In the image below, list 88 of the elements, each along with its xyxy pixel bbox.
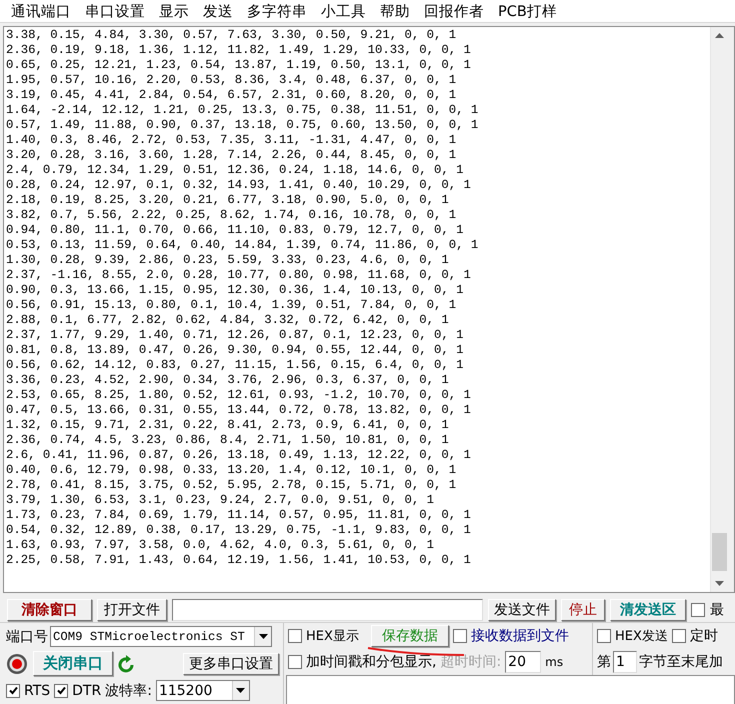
caret-icon[interactable] — [258, 634, 268, 639]
data-line: 2.78, 0.41, 8.15, 3.75, 0.52, 5.95, 2.78, 0.15, 5.71, 0, 0, 1 — [6, 478, 458, 493]
open-file-button[interactable]: 打开文件 — [97, 598, 167, 620]
timeout-label: 超时时间: — [440, 653, 502, 671]
data-line: 2.88, 0.1, 6.77, 2.82, 0.62, 4.84, 3.32, 0.72, 6.42, 0, 0, 1 — [6, 313, 450, 328]
menu-item[interactable]: 发送 — [196, 2, 240, 20]
checkbox-label: 定时 — [690, 627, 718, 645]
baud-rate-dropdown[interactable]: 115200 — [156, 680, 250, 701]
refresh-icon[interactable] — [118, 654, 136, 674]
data-line: 3.19, 0.45, 4.41, 2.84, 0.54, 6.57, 2.31, 0.60, 8.20, 0, 0, 1 — [6, 88, 458, 103]
byte-suffix-label: 字节至末尾加 — [639, 653, 723, 671]
checkbox-label: DTR — [72, 682, 102, 698]
data-line: 0.47, 0.5, 13.66, 0.31, 0.55, 13.44, 0.72, 0.78, 13.82, 0, 0, 1 — [6, 403, 472, 418]
data-line: 0.94, 0.80, 11.1, 0.70, 0.66, 11.10, 0.83, 0.79, 12.7, 0, 0, 1 — [6, 223, 465, 238]
more-settings-button[interactable]: 更多串口设置 — [183, 652, 279, 674]
checkbox[interactable] — [452, 629, 467, 643]
send-text-area[interactable] — [286, 675, 735, 704]
data-line: 2.6, 0.41, 11.96, 0.87, 0.26, 13.18, 0.49, 1.13, 12.22, 0, 0, 1 — [6, 448, 472, 463]
data-line: 2.37, -1.16, 8.55, 2.0, 0.28, 10.77, 0.80, 0.98, 11.68, 0, 0, 1 — [6, 268, 472, 283]
close-port-button[interactable]: 关闭串口 — [33, 651, 113, 676]
checkbox[interactable] — [597, 629, 611, 643]
data-line: 0.81, 0.8, 13.89, 0.47, 0.26, 9.30, 0.94, 0.55, 12.44, 0, 0, 1 — [6, 343, 465, 358]
data-line: 2.4, 0.79, 12.34, 1.29, 0.51, 12.36, 0.24, 1.18, 14.6, 0, 0, 1 — [6, 163, 465, 178]
checkbox-label: 最 — [710, 600, 724, 618]
data-line: 1.95, 0.57, 10.16, 2.20, 0.53, 8.36, 3.4, 0.48, 6.37, 0, 0, 1 — [6, 73, 458, 88]
file-path-field[interactable] — [172, 598, 483, 620]
scrollbar[interactable] — [710, 27, 728, 592]
data-line: 0.56, 0.62, 14.12, 0.83, 0.27, 11.15, 1.56, 0.15, 6.4, 0, 0, 1 — [6, 358, 465, 373]
data-line: 3.79, 1.30, 6.53, 3.1, 0.23, 9.24, 2.7, 0.0, 9.51, 0, 0, 1 — [6, 493, 436, 508]
send-file-button[interactable]: 发送文件 — [488, 598, 556, 620]
data-line: 2.37, 1.77, 9.29, 1.40, 0.71, 12.26, 0.87, 0.1, 12.23, 0, 0, 1 — [6, 328, 465, 343]
data-line: 2.25, 0.58, 7.91, 1.43, 0.64, 12.19, 1.56, 1.41, 10.53, 0, 0, 1 — [6, 553, 472, 568]
save-data-button[interactable]: 保存数据 — [370, 625, 449, 647]
unit-label: ms — [545, 655, 564, 669]
checkbox-label: HEX发送 — [615, 628, 668, 645]
clear-window-button[interactable]: 清除窗口 — [7, 598, 92, 620]
clear-send-button[interactable]: 清发送区 — [610, 598, 686, 620]
data-line: 1.73, 0.23, 7.84, 0.69, 1.79, 11.14, 0.57, 0.95, 11.81, 0, 0, 1 — [6, 508, 472, 523]
data-line: 2.36, 0.19, 9.18, 1.36, 1.12, 11.82, 1.49, 1.29, 10.33, 0, 0, 1 — [6, 43, 472, 58]
checkbox-label: 接收数据到文件 — [470, 627, 569, 645]
data-line: 3.20, 0.28, 3.16, 3.60, 1.28, 7.14, 2.26, 0.44, 8.45, 0, 0, 1 — [6, 148, 458, 163]
byte-prefix-label: 第 — [597, 653, 611, 671]
checkbox[interactable] — [6, 684, 20, 698]
data-line: 2.53, 0.65, 8.25, 1.80, 0.52, 12.61, 0.93, -1.2, 10.70, 0, 0, 1 — [6, 388, 472, 403]
data-line: 1.30, 0.28, 9.39, 2.86, 0.23, 5.59, 3.33, 0.23, 4.6, 0, 0, 1 — [6, 253, 450, 268]
menu-item[interactable]: 串口设置 — [78, 2, 152, 20]
data-line: 3.82, 0.7, 5.56, 2.22, 0.25, 8.62, 1.74, 0.16, 10.78, 0, 0, 1 — [6, 208, 458, 223]
scroll-thumb[interactable] — [712, 533, 727, 571]
checkbox-label: 加时间戳和分包显示, — [306, 653, 436, 671]
menu-item[interactable]: 多字符串 — [240, 2, 314, 20]
data-line: 1.40, 0.3, 8.46, 2.72, 0.53, 7.35, 3.11, -1.31, 4.47, 0, 0, 1 — [6, 133, 458, 148]
scroll-down-icon[interactable] — [715, 581, 724, 586]
data-line: 0.40, 0.6, 12.79, 0.98, 0.33, 13.20, 1.4, 0.12, 10.1, 0, 0, 1 — [6, 463, 458, 478]
menu-item[interactable]: 显示 — [152, 2, 196, 20]
data-line: 0.90, 0.3, 13.66, 1.15, 0.95, 12.30, 0.36, 1.4, 10.13, 0, 0, 1 — [6, 283, 465, 298]
data-line: 1.63, 0.93, 7.97, 3.58, 0.0, 4.62, 4.0, 0.3, 5.61, 0, 0, 1 — [6, 538, 436, 553]
status-light-icon — [6, 652, 28, 674]
menu-item[interactable]: 帮助 — [373, 2, 417, 20]
menu-item[interactable]: 回报作者 — [417, 2, 491, 20]
checkbox[interactable] — [288, 655, 302, 669]
port-label: 端口号 — [6, 628, 48, 646]
checkbox-label: HEX显示 — [306, 628, 359, 645]
data-line: 3.38, 0.15, 4.84, 3.30, 0.57, 7.63, 3.30, 0.50, 9.21, 0, 0, 1 — [6, 28, 458, 43]
data-line: 0.65, 0.25, 12.21, 1.23, 0.54, 13.87, 1.19, 0.50, 13.1, 0, 0, 1 — [6, 58, 472, 73]
data-line: 0.28, 0.24, 12.97, 0.1, 0.32, 14.93, 1.41, 0.40, 10.29, 0, 0, 1 — [6, 178, 472, 193]
data-line: 0.57, 1.49, 11.88, 0.90, 0.37, 13.18, 0.75, 0.60, 13.50, 0, 0, 1 — [6, 118, 480, 133]
checkbox[interactable] — [672, 629, 686, 643]
byte-index-field[interactable]: 1 — [613, 651, 637, 673]
data-line: 1.64, -2.14, 12.12, 1.21, 0.25, 13.3, 0.75, 0.38, 11.51, 0, 0, 1 — [6, 103, 480, 118]
checkbox[interactable] — [54, 684, 68, 698]
caret-icon[interactable] — [236, 688, 246, 693]
data-line: 0.54, 0.32, 12.89, 0.38, 0.17, 13.29, 0.75, -1.1, 9.83, 0, 0, 1 — [6, 523, 472, 538]
baud-rate-label: 波特率: — [105, 682, 152, 700]
data-line: 1.32, 0.15, 9.71, 2.31, 0.22, 8.41, 2.73, 0.9, 6.41, 0, 0, 1 — [6, 418, 450, 433]
data-line: 0.56, 0.91, 15.13, 0.80, 0.1, 10.4, 1.39, 0.51, 7.84, 0, 0, 1 — [6, 298, 458, 313]
port-dropdown[interactable]: COM9 STMicroelectronics ST — [50, 626, 272, 647]
data-line: 0.53, 0.13, 11.59, 0.64, 0.40, 14.84, 1.39, 0.74, 11.86, 0, 0, 1 — [6, 238, 480, 253]
data-line: 2.36, 0.74, 4.5, 3.23, 0.86, 8.4, 2.71, 1.50, 10.81, 0, 0, 1 — [6, 433, 450, 448]
scroll-up-icon[interactable] — [715, 33, 724, 38]
data-line: 3.36, 0.23, 4.52, 2.90, 0.34, 3.76, 2.96, 0.3, 6.37, 0, 0, 1 — [6, 373, 450, 388]
menu-item[interactable]: 小工具 — [314, 2, 373, 20]
data-line: 2.18, 0.19, 8.25, 3.20, 0.21, 6.77, 3.18, 0.90, 5.0, 0, 0, 1 — [6, 193, 450, 208]
stop-button[interactable]: 停止 — [561, 598, 605, 620]
menu-item[interactable]: 通讯端口 — [4, 2, 78, 20]
checkbox[interactable] — [288, 629, 302, 643]
checkbox-label: RTS — [24, 682, 50, 698]
checkbox[interactable] — [691, 602, 705, 616]
menu-item[interactable]: PCB打样 — [491, 2, 564, 20]
